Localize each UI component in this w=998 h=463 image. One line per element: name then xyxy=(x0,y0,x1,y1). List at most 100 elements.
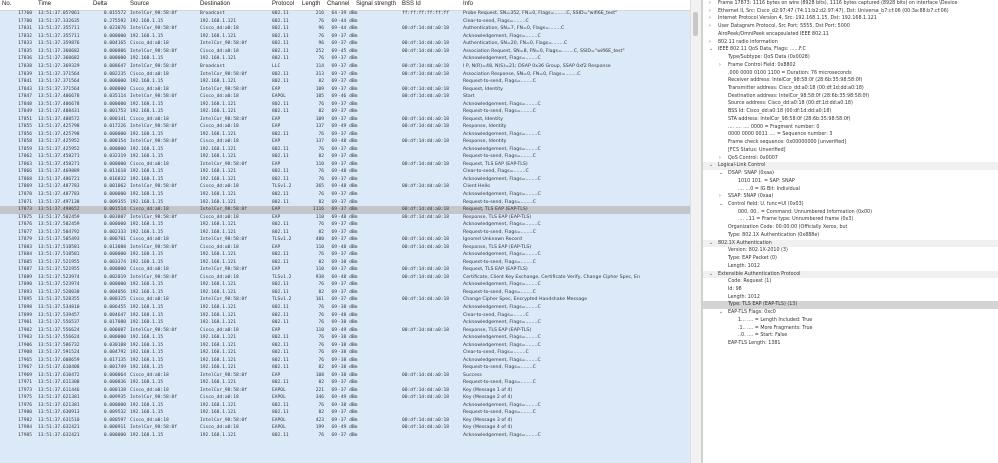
tree-item[interactable]: Transmitter address: Cisco_dd:a0:18 (00:… xyxy=(703,85,998,93)
chevron-down-icon[interactable]: ⌄ xyxy=(709,46,713,54)
packet-row[interactable]: 17833 13:51:37.359876 0.004165 Cisco_dd:a0:… xyxy=(0,40,690,48)
packet-row[interactable]: 17982 13:51:37.631510 0.000597 Cisco_dd:a0:… xyxy=(0,417,690,425)
tree-item[interactable]: .... .... .... 0000 = Fragment number: 0 xyxy=(703,124,998,132)
tree-item[interactable]: Organization Code: 00:00:00 (Officially … xyxy=(703,224,998,232)
column-header-no[interactable]: No. xyxy=(2,1,11,7)
packet-row[interactable]: 17879 13:51:37.505493 0.000701 Cisco_dd:a0:… xyxy=(0,236,690,244)
tree-item[interactable]: 0000 0000 0011 .... = Sequence number: 3 xyxy=(703,131,998,139)
tree-item[interactable]: EAP-TLS Length: 1381 xyxy=(703,340,998,348)
tree-item[interactable]: ⌄ Logical-Link Control xyxy=(703,162,998,171)
tree-item[interactable]: › QoS Control: 0x0007 xyxy=(703,155,998,163)
packet-row[interactable]: 17760 13:51:37.057061 0.015572 IntelCor_98:… xyxy=(0,10,690,18)
packet-row[interactable]: 17967 13:51:37.610408 0.001749 192.168.1.15… xyxy=(0,364,690,372)
tree-item[interactable]: Code: Request (1) xyxy=(703,278,998,286)
packet-row[interactable]: 17898 13:51:37.534810 0.006455 192.168.1.15… xyxy=(0,304,690,312)
packet-row[interactable]: 17980 13:51:37.630913 0.009532 192.168.1.15… xyxy=(0,409,690,417)
tree-item[interactable]: Length: 1012 xyxy=(703,263,998,271)
chevron-right-icon[interactable]: › xyxy=(709,8,711,16)
packet-row[interactable]: 17889 13:51:37.523974 0.002019 IntelCor_98:… xyxy=(0,274,690,282)
tree-item[interactable]: 1... .... = Length Included: True xyxy=(703,317,998,325)
tree-item[interactable]: .1.. .... = More Fragments: True xyxy=(703,325,998,333)
packet-row[interactable]: 17843 13:51:37.371564 0.000000 Cisco_dd:a0:… xyxy=(0,86,690,94)
tree-item[interactable]: AiroPeek/OmniPeek encapsulated IEEE 802.… xyxy=(703,31,998,39)
tree-item[interactable]: Destination address: IntelCor_98:58:0f (… xyxy=(703,93,998,101)
tree-item[interactable]: ⌄ DSAP: SNAP (0xaa) xyxy=(703,170,998,178)
chevron-down-icon[interactable]: ⌄ xyxy=(719,170,723,178)
column-header-protocol[interactable]: Protocol xyxy=(272,1,294,7)
tree-item[interactable]: Length: 1012 xyxy=(703,294,998,302)
packet-row[interactable]: 17873 13:51:37.498652 0.001514 Cisco_dd:a0:… xyxy=(0,206,690,214)
tree-item[interactable]: BSS Id: Cisco_dd:a0:18 (00:df:1d:dd:a0:1… xyxy=(703,108,998,116)
tree-item[interactable]: .000 0000 0100 1100 = Duration: 76 micro… xyxy=(703,70,998,78)
packet-row[interactable]: 17969 13:51:37.610472 0.000064 Cisco_dd:a0:… xyxy=(0,372,690,380)
packet-row[interactable]: 17862 13:51:37.458271 0.032319 192.168.1.15… xyxy=(0,153,690,161)
packet-row[interactable]: 17902 13:51:37.556624 0.000087 IntelCor_98:… xyxy=(0,327,690,335)
tree-item[interactable]: Type/Subtype: QoS Data (0x0028) xyxy=(703,54,998,62)
packet-row[interactable]: 17985 13:51:37.632421 0.000000 192.168.1.15… xyxy=(0,432,690,440)
packet-row[interactable]: 17866 13:51:37.469889 0.011618 192.168.1.15… xyxy=(0,168,690,176)
chevron-right-icon[interactable]: › xyxy=(719,193,721,201)
tree-item[interactable]: ⌄ Control field: U, func=UI (0x03) xyxy=(703,201,998,209)
packet-row[interactable]: 17906 13:51:37.586732 0.030108 192.168.1.15… xyxy=(0,342,690,350)
packet-row[interactable]: 17863 13:51:37.458271 0.000000 Cisco_dd:a0:… xyxy=(0,161,690,169)
tree-item[interactable]: .... ..11 = Frame type: Unnumbered frame… xyxy=(703,216,998,224)
packet-row[interactable]: 17856 13:51:37.425798 0.000000 192.168.1.15… xyxy=(0,131,690,139)
tree-item[interactable]: › 802.11 radio information xyxy=(703,39,998,47)
tree-item[interactable]: Type: 802.1X Authentication (0x888e) xyxy=(703,232,998,240)
packet-row[interactable]: 17884 13:51:37.518581 0.000000 192.168.1.15… xyxy=(0,251,690,259)
chevron-right-icon[interactable]: › xyxy=(709,15,711,23)
tree-item[interactable]: ⌄ Extensible Authentication Protocol xyxy=(703,270,998,279)
packet-row[interactable]: 17890 13:51:37.523974 0.000000 192.168.1.15… xyxy=(0,281,690,289)
tree-item[interactable]: › Frame 17873: 1116 bytes on wire (8928 b… xyxy=(703,0,998,8)
packet-row[interactable]: 17780 13:51:37.332635 0.275592 192.168.1.15… xyxy=(0,18,690,26)
packet-row[interactable]: 17839 13:51:37.371564 0.002235 Cisco_dd:a0:… xyxy=(0,71,690,79)
chevron-right-icon[interactable]: › xyxy=(709,0,711,8)
tree-item[interactable]: › SSAP: SNAP (0xaa) xyxy=(703,193,998,201)
tree-item[interactable]: 000. 00.. = Command: Unnumbered Informat… xyxy=(703,209,998,217)
column-header-signal-strength[interactable]: Signal strength xyxy=(356,1,396,7)
tree-item[interactable]: Source address: Cisco_dd:a0:18 (00:df:1d… xyxy=(703,100,998,108)
packet-row[interactable]: 17835 13:51:37.360682 0.000806 IntelCor_98:… xyxy=(0,48,690,56)
packet-row[interactable]: 17976 13:51:37.621381 0.000000 192.168.1.15… xyxy=(0,402,690,410)
packet-row[interactable]: 17832 13:51:37.355711 0.000000 192.168.1.15… xyxy=(0,33,690,41)
tree-item[interactable]: 1010 101. = SAP: SNAP xyxy=(703,178,998,186)
packet-row[interactable]: 17973 13:51:37.611446 0.000138 Cisco_dd:a0:… xyxy=(0,387,690,395)
column-header-channel[interactable]: Channel xyxy=(327,1,349,7)
chevron-down-icon[interactable]: ⌄ xyxy=(719,309,723,317)
chevron-right-icon[interactable]: › xyxy=(709,39,711,47)
packet-row[interactable]: 17908 13:51:37.591524 0.004792 192.168.1.15… xyxy=(0,349,690,357)
tree-item[interactable]: Id: 98 xyxy=(703,286,998,294)
packet-row[interactable]: 17836 13:51:37.360682 0.000000 192.168.1.15… xyxy=(0,55,690,63)
tree-item[interactable]: Receiver address: IntelCor_98:58:0f (28:… xyxy=(703,77,998,85)
tree-item[interactable]: Frame check sequence: 0x00000000 [unveri… xyxy=(703,139,998,147)
tree-item[interactable]: › Internet Protocol Version 4, Src: 192.1… xyxy=(703,15,998,23)
scrollbar-thumb[interactable] xyxy=(693,12,698,36)
tree-item[interactable]: ..0. .... = Start: False xyxy=(703,332,998,340)
tree-item[interactable]: ⌄ 802.1X Authentication xyxy=(703,239,998,248)
packet-row[interactable]: 17871 13:51:37.497138 0.009355 192.168.1.15… xyxy=(0,199,690,207)
packet-row[interactable]: 17877 13:51:37.504792 0.002333 192.168.1.15… xyxy=(0,229,690,237)
tree-item[interactable]: › User Datagram Protocol, Src Port: 5555,… xyxy=(703,23,998,31)
packet-row[interactable]: 17901 13:51:37.556537 0.017080 192.168.1.15… xyxy=(0,319,690,327)
packet-list-scrollbar[interactable] xyxy=(690,0,701,463)
column-header-bss-id[interactable]: BSS Id xyxy=(402,1,421,7)
tree-item[interactable]: Type: TLS EAP (EAP-TLS) (13) xyxy=(703,301,998,310)
packet-row[interactable]: 17971 13:51:37.611308 0.000836 192.168.1.15… xyxy=(0,379,690,387)
column-header-time[interactable]: Time xyxy=(38,1,51,7)
packet-row[interactable]: 17883 13:51:37.518581 0.013088 IntelCor_98:… xyxy=(0,244,690,252)
packet-row[interactable]: 17885 13:51:37.521955 0.003374 192.168.1.15… xyxy=(0,259,690,267)
packet-row[interactable]: 17887 13:51:37.521955 0.000000 Cisco_dd:a0:… xyxy=(0,266,690,274)
tree-item[interactable]: › Ethernet II, Src: Cisco_d2:97:47 (74:11… xyxy=(703,8,998,16)
packet-row[interactable]: 17848 13:51:37.406678 0.000000 192.168.1.15… xyxy=(0,101,690,109)
packet-row[interactable]: 17895 13:51:37.528355 0.000325 Cisco_dd:a0:… xyxy=(0,296,690,304)
column-header-info[interactable]: Info xyxy=(463,1,473,7)
packet-row[interactable]: 17893 13:51:37.528030 0.004056 192.168.1.15… xyxy=(0,289,690,297)
tree-item[interactable]: › Frame Control Field: 0x8802 xyxy=(703,62,998,70)
chevron-right-icon[interactable]: › xyxy=(719,155,721,163)
tree-item[interactable]: Type: EAP Packet (0) xyxy=(703,255,998,263)
packet-row[interactable]: 17838 13:51:37.369329 0.008647 IntelCor_98:… xyxy=(0,63,690,71)
packet-row[interactable]: 17851 13:51:37.408572 0.000141 Cisco_dd:a0:… xyxy=(0,116,690,124)
chevron-right-icon[interactable]: › xyxy=(709,23,711,31)
packet-row[interactable]: 17899 13:51:37.539457 0.004647 192.168.1.15… xyxy=(0,312,690,320)
tree-item[interactable]: ⌄ EAP-TLS Flags: 0xc0 xyxy=(703,309,998,317)
